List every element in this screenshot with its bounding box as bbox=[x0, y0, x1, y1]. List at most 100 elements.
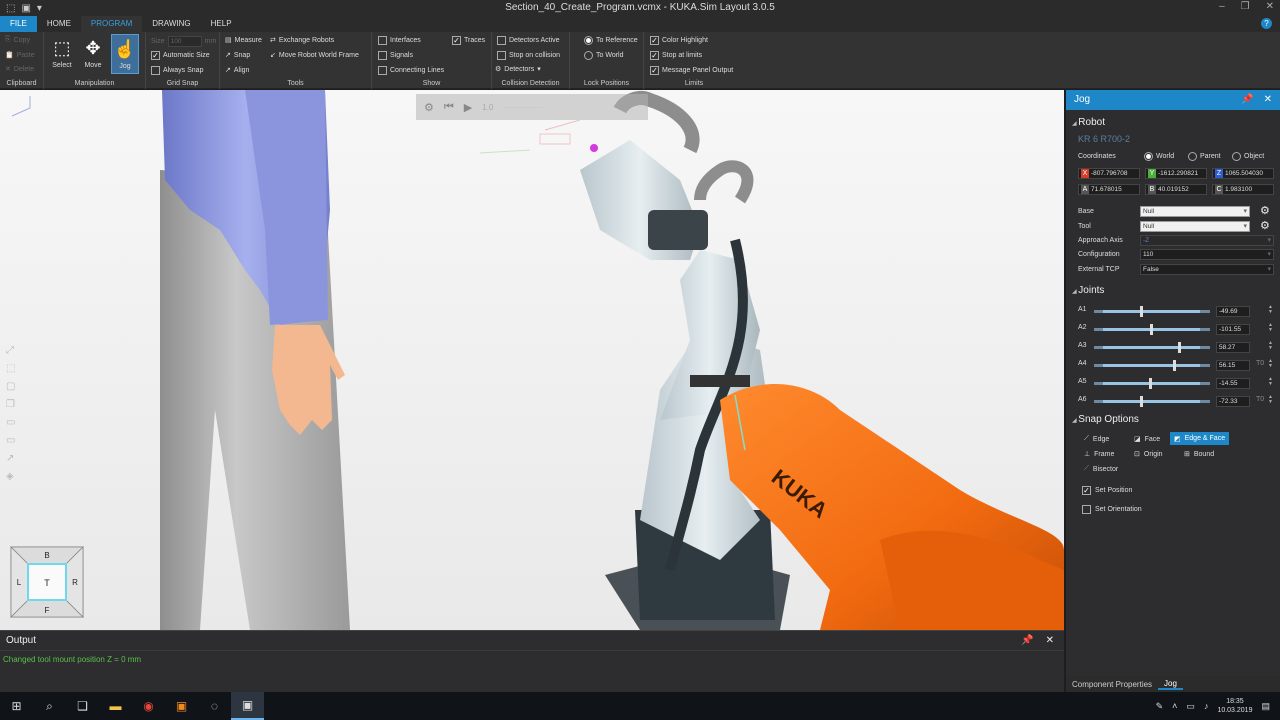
slider-thumb[interactable] bbox=[1178, 342, 1181, 353]
network-icon[interactable]: ▭ bbox=[1186, 701, 1195, 712]
file-explorer-icon[interactable]: ▬ bbox=[99, 692, 132, 720]
joint-a6-spinner-icon[interactable]: ▲ ▼ bbox=[1268, 395, 1273, 405]
joint-a3-slider[interactable] bbox=[1094, 342, 1210, 353]
snap-button[interactable]: ↗ Snap bbox=[225, 51, 250, 60]
object-radio[interactable]: Object bbox=[1232, 152, 1264, 161]
snap-origin-button[interactable]: ⊡ Origin bbox=[1130, 448, 1167, 460]
joint-a1-spinner-icon[interactable]: ▲ ▼ bbox=[1268, 305, 1273, 315]
snap-bisector-button[interactable]: ⟋ Bisector bbox=[1080, 463, 1122, 475]
robot-section-title[interactable]: Robot bbox=[1066, 117, 1105, 128]
exchange-robots-button[interactable]: ⇄ Exchange Robots bbox=[270, 36, 334, 45]
tab-jog[interactable]: Jog bbox=[1158, 679, 1183, 690]
base-gear-icon[interactable]: ⚙ bbox=[1260, 204, 1270, 217]
x-field[interactable]: X -807.796708 bbox=[1078, 168, 1140, 179]
joint-a5-slider[interactable] bbox=[1094, 378, 1210, 389]
joint-a6-slider[interactable] bbox=[1094, 396, 1210, 407]
parent-radio[interactable]: Parent bbox=[1188, 152, 1221, 161]
joint-a5-value[interactable]: -14.55 bbox=[1216, 378, 1250, 389]
detectors-dropdown[interactable]: ⚙ Detectors ▾ bbox=[495, 65, 541, 74]
copy-view-icon[interactable]: ❐ bbox=[6, 399, 15, 410]
snap-face-button[interactable]: ◪ Face bbox=[1130, 433, 1164, 445]
set-position-checkbox[interactable]: ✓ Set Position bbox=[1082, 486, 1132, 495]
settings-icon[interactable]: ⚙ bbox=[424, 101, 434, 114]
volume-icon[interactable]: ♪ bbox=[1204, 701, 1209, 711]
joint-a3-value[interactable]: 58.27 bbox=[1216, 342, 1250, 353]
snap-options-title[interactable]: Snap Options bbox=[1066, 414, 1139, 425]
play-icon[interactable]: ▶ bbox=[464, 101, 472, 114]
connecting-lines-checkbox[interactable]: Connecting Lines bbox=[378, 66, 444, 75]
external-tcp-select[interactable]: False bbox=[1140, 264, 1274, 275]
b-field[interactable]: B 40.019152 bbox=[1145, 184, 1207, 195]
always-snap-checkbox[interactable]: Always Snap bbox=[151, 66, 203, 75]
joint-a3-spinner-icon[interactable]: ▲ ▼ bbox=[1268, 341, 1273, 351]
tool-gear-icon[interactable]: ⚙ bbox=[1260, 219, 1270, 232]
base-select[interactable]: Null bbox=[1140, 206, 1250, 217]
z-field[interactable]: Z 1065.504030 bbox=[1212, 168, 1274, 179]
clock[interactable]: 18:35 10.03.2019 bbox=[1217, 697, 1252, 715]
app-f-icon[interactable]: ▣ bbox=[165, 692, 198, 720]
copy-button[interactable]: ⎘ Copy bbox=[5, 36, 30, 44]
paste-button[interactable]: 📋 Paste bbox=[5, 51, 35, 60]
configuration-select[interactable]: 110 bbox=[1140, 249, 1274, 260]
approach-axis-select[interactable]: -Z bbox=[1140, 235, 1274, 246]
screen-icon[interactable]: ▭ bbox=[6, 435, 15, 446]
layers-icon[interactable]: ▭ bbox=[6, 417, 15, 428]
tab-file[interactable]: FILE bbox=[0, 16, 37, 32]
automatic-size-checkbox[interactable]: ✓ Automatic Size bbox=[151, 51, 210, 60]
delete-button[interactable]: ✕ Delete bbox=[5, 65, 34, 74]
world-radio[interactable]: World bbox=[1144, 152, 1174, 161]
traces-checkbox[interactable]: ✓ Traces bbox=[452, 36, 485, 45]
y-field[interactable]: Y -1612.290821 bbox=[1145, 168, 1207, 179]
c-field[interactable]: C 1.983100 bbox=[1212, 184, 1274, 195]
restore-icon[interactable]: ❐ bbox=[1241, 1, 1250, 12]
snap-frame-button[interactable]: ⊥ Frame bbox=[1080, 448, 1118, 460]
a-field[interactable]: A 71.678015 bbox=[1078, 184, 1140, 195]
speed-slider[interactable] bbox=[503, 106, 544, 108]
measure-button[interactable]: ▤ Measure bbox=[225, 36, 262, 45]
kuka-sim-icon[interactable]: ▣ bbox=[231, 692, 264, 720]
person-icon[interactable]: ✎ bbox=[1156, 701, 1164, 712]
close-icon[interactable]: ✕ bbox=[1266, 1, 1274, 12]
snap-edge-face-button[interactable]: ◩ Edge & Face bbox=[1170, 432, 1230, 445]
app-circle-icon[interactable]: ◌ bbox=[198, 692, 231, 720]
navigation-cube[interactable]: T B F L R bbox=[10, 546, 84, 618]
set-orientation-checkbox[interactable]: Set Orientation bbox=[1082, 505, 1142, 514]
joint-a4-value[interactable]: 56.15 bbox=[1216, 360, 1250, 371]
3d-viewport[interactable]: KUKA ⚙ ⏮ ▶ 1.0 ⤢ ⬚ ▢ ❐ ▭ ▭ ↗ ◈ T B F L R bbox=[0, 90, 1064, 630]
color-highlight-checkbox[interactable]: ✓ Color Highlight bbox=[650, 36, 708, 45]
help-icon[interactable]: ? bbox=[1261, 18, 1272, 29]
notifications-icon[interactable]: ▤ bbox=[1261, 701, 1270, 712]
snap-bound-button[interactable]: ⊞ Bound bbox=[1180, 448, 1218, 460]
joint-a4-spinner-icon[interactable]: ▲ ▼ bbox=[1268, 359, 1273, 369]
chevron-up-icon[interactable]: ˄ bbox=[1172, 701, 1177, 711]
tab-component-properties[interactable]: Component Properties bbox=[1066, 680, 1158, 689]
detectors-active-checkbox[interactable]: Detectors Active bbox=[497, 36, 560, 45]
close-icon[interactable]: ✕ bbox=[1264, 90, 1272, 110]
cube-icon[interactable]: ◈ bbox=[6, 471, 15, 482]
stop-on-collision-checkbox[interactable]: Stop on collision bbox=[497, 51, 560, 60]
snap-edge-button[interactable]: ⟋ Edge bbox=[1080, 433, 1113, 445]
slider-thumb[interactable] bbox=[1173, 360, 1176, 371]
pin-icon[interactable]: 📌 bbox=[1021, 631, 1033, 651]
grid-size-input[interactable]: 100 bbox=[167, 36, 202, 47]
interfaces-checkbox[interactable]: Interfaces bbox=[378, 36, 421, 45]
stop-at-limits-checkbox[interactable]: ✓ Stop at limits bbox=[650, 51, 702, 60]
tab-drawing[interactable]: DRAWING bbox=[142, 16, 200, 32]
tab-home[interactable]: HOME bbox=[37, 16, 81, 32]
joint-a5-spinner-icon[interactable]: ▲ ▼ bbox=[1268, 377, 1273, 387]
slider-thumb[interactable] bbox=[1140, 396, 1143, 407]
move-robot-world-frame-button[interactable]: ↙ Move Robot World Frame bbox=[270, 51, 359, 60]
joint-a1-slider[interactable] bbox=[1094, 306, 1210, 317]
signals-checkbox[interactable]: Signals bbox=[378, 51, 413, 60]
to-reference-radio[interactable]: To Reference bbox=[584, 36, 638, 45]
joint-a2-spinner-icon[interactable]: ▲ ▼ bbox=[1268, 323, 1273, 333]
joint-a1-value[interactable]: -49.69 bbox=[1216, 306, 1250, 317]
joint-a6-value[interactable]: -72.33 bbox=[1216, 396, 1250, 407]
joints-section-title[interactable]: Joints bbox=[1066, 285, 1104, 296]
task-view-icon[interactable]: ❑ bbox=[66, 692, 99, 720]
to-world-radio[interactable]: To World bbox=[584, 51, 624, 60]
slider-thumb[interactable] bbox=[1149, 378, 1152, 389]
joint-a4-slider[interactable] bbox=[1094, 360, 1210, 371]
slider-thumb[interactable] bbox=[1140, 306, 1143, 317]
message-panel-output-checkbox[interactable]: ✓ Message Panel Output bbox=[650, 66, 733, 75]
